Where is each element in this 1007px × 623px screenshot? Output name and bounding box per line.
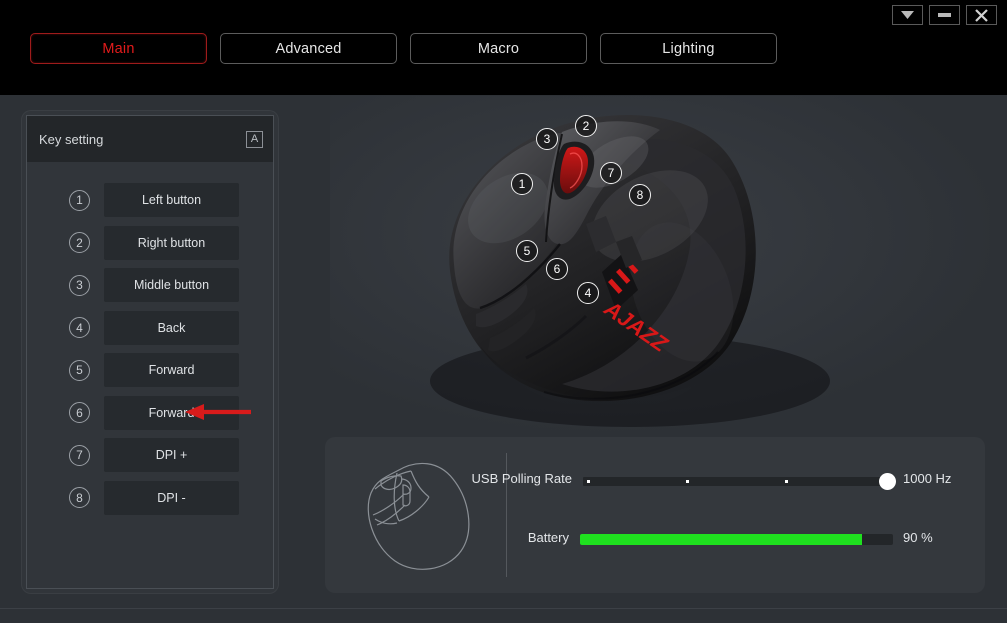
callout-label: 6 [553, 262, 561, 276]
key-number: 2 [69, 232, 90, 253]
slider-tick-1[interactable] [587, 480, 590, 483]
slider-tick-2[interactable] [686, 480, 689, 483]
tab-main[interactable]: Main [30, 33, 207, 64]
key-assign-button-8[interactable]: DPI - [104, 480, 239, 515]
battery-bar-fill [580, 534, 862, 545]
key-number: 3 [69, 274, 90, 296]
key-assign-label: Middle button [133, 278, 210, 292]
polling-rate-label: USB Polling Rate [471, 471, 572, 486]
key-row: 3 Middle button [27, 268, 273, 302]
key-number: 1 [69, 189, 90, 211]
tab-lighting[interactable]: Lighting [600, 33, 777, 64]
key-assign-button-7[interactable]: DPI + [104, 438, 239, 472]
key-number: 7 [69, 444, 90, 466]
key-number: 5 [69, 359, 90, 381]
tray-button[interactable] [892, 5, 923, 25]
key-row: 5 Forward [27, 353, 273, 387]
key-row: 7 DPI + [27, 438, 273, 472]
battery-value: 90 % [903, 530, 933, 545]
key-assign-button-3[interactable]: Middle button [104, 268, 239, 302]
profile-a-icon[interactable]: A [246, 130, 263, 148]
key-row: 6 Forward [27, 395, 273, 430]
key-setting-panel-inner: Key setting A 1 Left button 2 Right butt… [26, 115, 274, 589]
callout-label: 4 [584, 286, 592, 300]
device-settings-panel: USB Polling Rate 1000 Hz Battery 90 % [325, 437, 985, 593]
key-setting-header: Key setting A [27, 116, 273, 162]
key-assign-button-1[interactable]: Left button [104, 183, 239, 217]
title-bar: Main Advanced Macro Lighting [0, 0, 1007, 95]
callout-7: 7 [600, 162, 622, 184]
key-assign-label: Left button [141, 193, 202, 207]
callout-3: 3 [536, 128, 558, 150]
key-assign-label: DPI + [155, 448, 188, 462]
key-list: 1 Left button 2 Right button 3 Middle bu… [27, 174, 273, 515]
application-window: Main Advanced Macro Lighting Key setting… [0, 0, 1007, 623]
key-setting-title: Key setting [39, 131, 104, 147]
callout-1: 1 [511, 173, 533, 195]
callout-8: 8 [629, 184, 651, 206]
key-assign-label: Forward [148, 363, 195, 377]
key-number: 4 [69, 317, 90, 338]
key-assign-button-6[interactable]: Forward [104, 395, 239, 430]
key-number: 6 [69, 402, 90, 423]
key-assign-label: Forward [148, 405, 195, 420]
tab-macro-label: Macro [477, 40, 520, 57]
window-controls [892, 5, 997, 25]
key-assign-button-5[interactable]: Forward [104, 353, 239, 387]
key-row: 4 Back [27, 310, 273, 345]
battery-bar [580, 534, 893, 545]
key-row: 1 Left button [27, 183, 273, 217]
bottom-separator [0, 608, 1007, 609]
key-row: 2 Right button [27, 225, 273, 260]
key-assign-label: DPI - [157, 490, 186, 505]
minimize-button[interactable] [929, 5, 960, 25]
key-setting-panel: Key setting A 1 Left button 2 Right butt… [22, 111, 278, 593]
tab-macro[interactable]: Macro [410, 33, 587, 64]
key-assign-button-4[interactable]: Back [104, 310, 239, 345]
callout-label: 5 [523, 244, 531, 258]
close-button[interactable] [966, 5, 997, 25]
tab-advanced-label: Advanced [275, 40, 342, 57]
slider-tick-3[interactable] [785, 480, 788, 483]
callout-6: 6 [546, 258, 568, 280]
tab-lighting-label: Lighting [662, 40, 715, 57]
key-assign-label: Back [157, 320, 186, 335]
slider-knob[interactable] [879, 473, 896, 490]
key-assign-label: Right button [137, 235, 206, 250]
key-row: 8 DPI - [27, 480, 273, 515]
tab-advanced[interactable]: Advanced [220, 33, 397, 64]
polling-rate-value: 1000 Hz [903, 471, 952, 486]
mouse-product-image: AJAZZ 1 2 3 4 5 6 7 8 [330, 96, 990, 436]
tab-main-label: Main [102, 40, 135, 57]
callout-label: 3 [543, 132, 551, 146]
battery-label: Battery [527, 530, 569, 545]
callout-label: 8 [636, 188, 644, 202]
callout-5: 5 [516, 240, 538, 262]
polling-rate-slider[interactable] [583, 473, 896, 490]
key-assign-button-2[interactable]: Right button [104, 225, 239, 260]
callout-4: 4 [577, 282, 599, 304]
callout-label: 7 [607, 166, 615, 180]
callout-label: 1 [518, 177, 526, 191]
callout-label: 2 [582, 119, 590, 133]
tab-bar: Main Advanced Macro Lighting [30, 33, 777, 64]
key-number: 8 [69, 487, 90, 508]
callout-2: 2 [575, 115, 597, 137]
